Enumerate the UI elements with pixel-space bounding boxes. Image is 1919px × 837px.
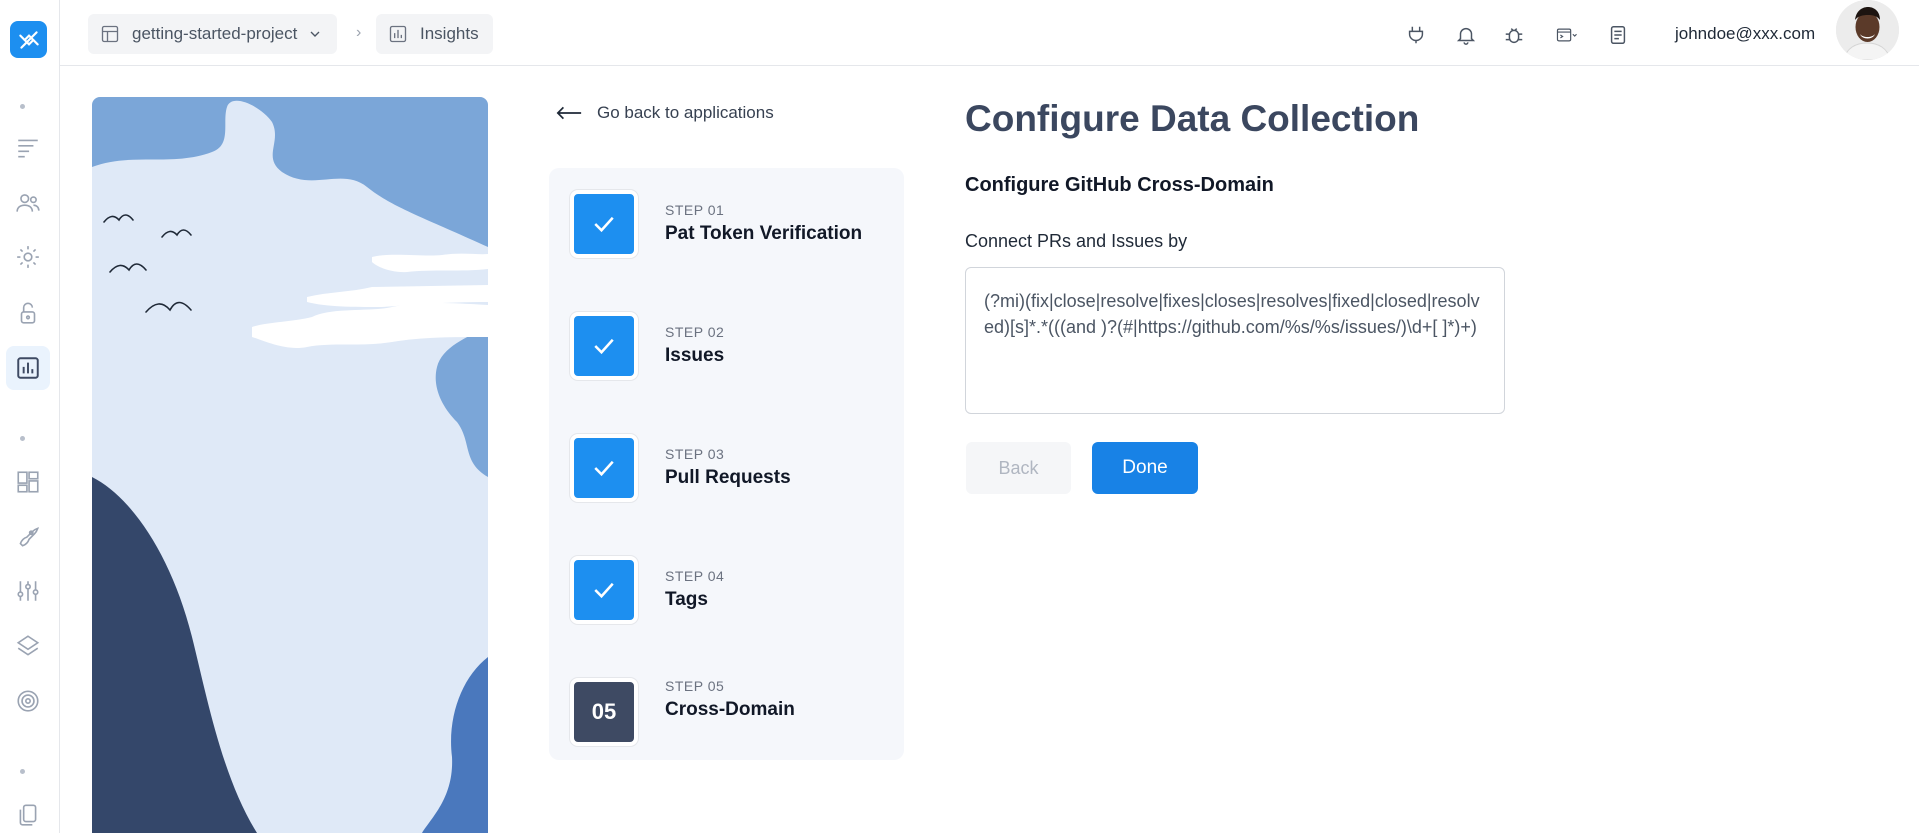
step-badge: 05 bbox=[570, 678, 638, 746]
field-label: Connect PRs and Issues by bbox=[965, 231, 1188, 251]
back-to-applications-link[interactable]: Go back to applications bbox=[555, 103, 774, 123]
bug-icon[interactable] bbox=[1501, 22, 1527, 48]
done-button[interactable]: Done bbox=[1092, 442, 1198, 494]
arrow-left-icon bbox=[556, 106, 582, 120]
back-button[interactable]: Back bbox=[966, 442, 1071, 494]
step-number: STEP 05 bbox=[665, 678, 725, 694]
users-icon[interactable] bbox=[6, 181, 50, 225]
step-item[interactable]: STEP 03 Pull Requests bbox=[570, 434, 890, 504]
stepper: STEP 01 Pat Token Verification STEP 02 I… bbox=[549, 168, 904, 760]
rocket-icon[interactable] bbox=[6, 514, 50, 558]
avatar[interactable] bbox=[1836, 0, 1899, 60]
insights-icon[interactable] bbox=[6, 346, 50, 390]
dashboard-icon[interactable] bbox=[6, 460, 50, 504]
check-icon bbox=[570, 190, 638, 258]
lock-icon[interactable] bbox=[6, 291, 50, 335]
step-title: Issues bbox=[665, 345, 725, 366]
step-item[interactable]: STEP 02 Issues bbox=[570, 312, 890, 382]
notes-icon[interactable] bbox=[1605, 22, 1631, 48]
check-icon bbox=[570, 312, 638, 380]
section-dot bbox=[20, 769, 25, 774]
sliders-icon[interactable] bbox=[6, 569, 50, 613]
terminal-icon[interactable] bbox=[1550, 22, 1584, 48]
layers-icon[interactable] bbox=[6, 624, 50, 668]
illustration bbox=[92, 97, 488, 833]
section-title: Configure GitHub Cross-Domain bbox=[965, 174, 1274, 196]
regex-input[interactable]: (?mi)(fix|close|resolve|fixes|closes|res… bbox=[965, 267, 1505, 414]
step-number: STEP 04 bbox=[665, 568, 725, 584]
step-item-current[interactable]: 05 STEP 05 Cross-Domain bbox=[570, 678, 890, 748]
bell-icon[interactable] bbox=[1453, 22, 1479, 48]
breadcrumb-section: Insights bbox=[420, 24, 479, 43]
project-selector[interactable]: getting-started-project bbox=[88, 14, 338, 54]
insights-icon bbox=[389, 25, 407, 43]
step-title: Cross-Domain bbox=[665, 699, 795, 720]
plug-icon[interactable] bbox=[1403, 22, 1429, 48]
section-dot bbox=[20, 104, 25, 109]
logo-icon[interactable] bbox=[10, 21, 47, 58]
project-name: getting-started-project bbox=[132, 24, 298, 43]
breadcrumb-separator: › bbox=[356, 24, 362, 41]
list-icon[interactable] bbox=[6, 126, 50, 170]
breadcrumb-insights[interactable]: Insights bbox=[376, 14, 493, 54]
section-dot bbox=[20, 436, 25, 441]
step-title: Tags bbox=[665, 589, 708, 610]
step-title: Pat Token Verification bbox=[665, 223, 863, 244]
step-number: STEP 02 bbox=[665, 324, 725, 340]
table-icon bbox=[101, 25, 119, 43]
page-title: Configure Data Collection bbox=[965, 98, 1420, 139]
check-icon bbox=[570, 434, 638, 502]
step-item[interactable]: STEP 01 Pat Token Verification bbox=[570, 190, 890, 260]
step-title: Pull Requests bbox=[665, 467, 791, 488]
target-icon[interactable] bbox=[6, 679, 50, 723]
top-bar: getting-started-project › Insights bbox=[60, 0, 1919, 66]
user-email[interactable]: johndoe@xxx.com bbox=[1675, 24, 1815, 44]
documents-icon[interactable] bbox=[6, 793, 50, 837]
left-sidebar bbox=[0, 0, 60, 833]
step-item[interactable]: STEP 04 Tags bbox=[570, 556, 890, 626]
step-number: STEP 03 bbox=[665, 446, 725, 462]
back-link-label: Go back to applications bbox=[597, 103, 774, 122]
check-icon bbox=[570, 556, 638, 624]
settings-icon[interactable] bbox=[6, 235, 50, 279]
step-number: STEP 01 bbox=[665, 202, 725, 218]
chevron-down-icon bbox=[310, 31, 320, 37]
